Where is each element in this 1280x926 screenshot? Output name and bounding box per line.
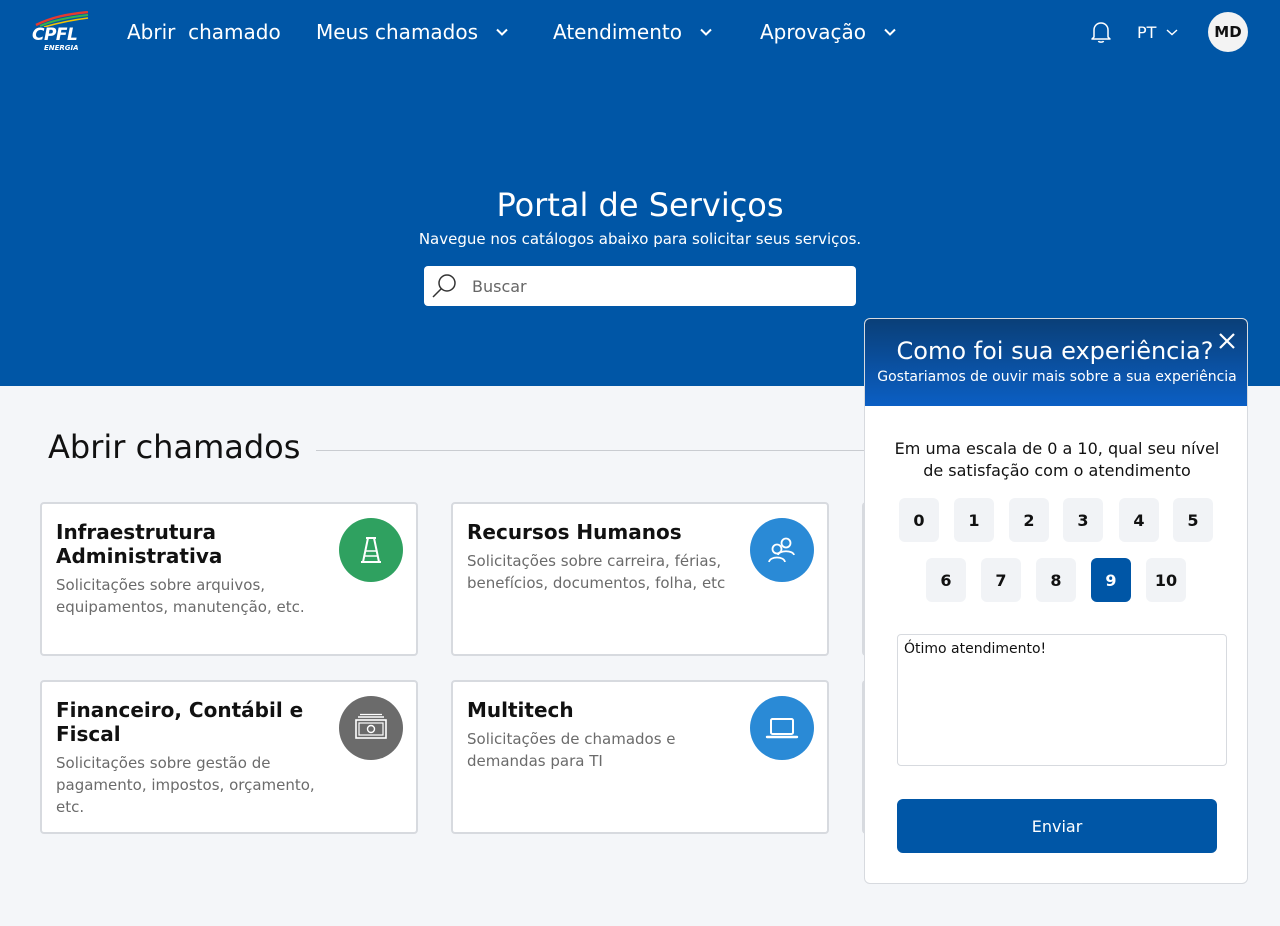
- catalog-card-human-resources[interactable]: Recursos Humanos Solicitações sobre carr…: [451, 502, 829, 656]
- chevron-down-icon: [496, 28, 508, 36]
- feedback-subtitle: Gostariamos de ouvir mais sobre a sua ex…: [877, 369, 1237, 385]
- nav-open-ticket-label: Abrir chamado: [127, 20, 281, 44]
- card-title: Infraestrutura Administrativa: [56, 520, 223, 568]
- score-button-5[interactable]: 5: [1173, 498, 1213, 542]
- catalog-card-infrastructure[interactable]: Infraestrutura Administrativa Solicitaçõ…: [40, 502, 418, 656]
- chevron-down-icon: [700, 28, 712, 36]
- score-button-9[interactable]: 9: [1091, 558, 1131, 602]
- chevron-down-icon: [884, 28, 896, 36]
- language-label: PT: [1137, 22, 1157, 42]
- infrastructure-icon: [339, 518, 403, 582]
- language-selector[interactable]: PT: [1137, 20, 1178, 44]
- send-button[interactable]: Enviar: [897, 799, 1217, 853]
- search-icon: [432, 274, 456, 298]
- nav-service-label: Atendimento: [553, 20, 682, 44]
- score-button-7[interactable]: 7: [981, 558, 1021, 602]
- nav-approval[interactable]: Aprovação: [760, 18, 896, 46]
- feedback-title: Como foi sua experiência?: [896, 337, 1214, 365]
- close-icon[interactable]: [1217, 331, 1237, 351]
- card-title: Recursos Humanos: [467, 520, 682, 544]
- score-button-0[interactable]: 0: [899, 498, 939, 542]
- search-box[interactable]: [424, 266, 856, 306]
- people-icon: [750, 518, 814, 582]
- card-description: Solicitações sobre gestão de pagamento, …: [56, 754, 315, 816]
- score-button-3[interactable]: 3: [1063, 498, 1103, 542]
- bell-icon[interactable]: [1090, 20, 1112, 44]
- section-title: Abrir chamados: [48, 428, 301, 466]
- search-input[interactable]: [472, 276, 832, 296]
- logo-subtext: ENERGIA: [44, 44, 79, 52]
- comment-field[interactable]: Ótimo atendimento!: [897, 634, 1227, 766]
- feedback-question: Em uma escala de 0 a 10, qual seu nível …: [894, 439, 1220, 480]
- card-description: Solicitações de chamados e demandas para…: [467, 730, 676, 770]
- section-divider: [316, 450, 876, 451]
- feedback-dialog: Como foi sua experiência? Gostariamos de…: [864, 318, 1248, 884]
- logo-text: CPFL: [32, 25, 78, 45]
- score-button-1[interactable]: 1: [954, 498, 994, 542]
- top-navigation-bar: CPFL ENERGIA Abrir chamado Meus chamados…: [0, 0, 1280, 64]
- card-title: Multitech: [467, 698, 574, 722]
- feedback-header: Como foi sua experiência? Gostariamos de…: [865, 319, 1247, 406]
- catalog-card-multitech[interactable]: Multitech Solicitações de chamados e dem…: [451, 680, 829, 834]
- card-title: Financeiro, Contábil e Fiscal: [56, 698, 304, 746]
- score-button-2[interactable]: 2: [1009, 498, 1049, 542]
- nav-approval-label: Aprovação: [760, 20, 866, 44]
- cpfl-logo[interactable]: CPFL ENERGIA: [30, 11, 90, 55]
- catalog-card-finance[interactable]: Financeiro, Contábil e Fiscal Solicitaçõ…: [40, 680, 418, 834]
- nav-my-tickets-label: Meus chamados: [316, 20, 479, 44]
- user-avatar[interactable]: MD: [1208, 12, 1248, 52]
- card-description: Solicitações sobre carreira, férias, ben…: [467, 552, 726, 592]
- nav-service[interactable]: Atendimento: [553, 18, 712, 46]
- nav-open-ticket[interactable]: Abrir chamado: [127, 18, 281, 46]
- page-subtitle: Navegue nos catálogos abaixo para solici…: [418, 230, 862, 248]
- card-description: Solicitações sobre arquivos, equipamento…: [56, 576, 305, 616]
- score-button-10[interactable]: 10: [1146, 558, 1186, 602]
- page-title: Portal de Serviços: [496, 186, 784, 224]
- chevron-down-icon: [1166, 29, 1178, 36]
- score-button-4[interactable]: 4: [1119, 498, 1159, 542]
- laptop-icon: [750, 696, 814, 760]
- money-icon: [339, 696, 403, 760]
- score-button-8[interactable]: 8: [1036, 558, 1076, 602]
- score-button-6[interactable]: 6: [926, 558, 966, 602]
- nav-my-tickets[interactable]: Meus chamados: [316, 18, 508, 46]
